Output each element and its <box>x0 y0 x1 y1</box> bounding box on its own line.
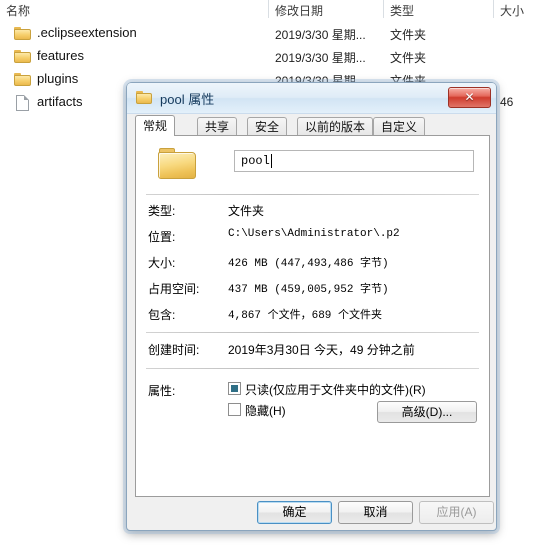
property-value: 4,867 个文件，689 个文件夹 <box>228 310 383 322</box>
tab-sharing[interactable]: 共享 <box>197 117 238 136</box>
property-value: 437 MB (459,005,952 字节) <box>228 284 389 296</box>
property-row-contains: 包含: 4,867 个文件，689 个文件夹 <box>146 306 479 330</box>
folder-icon <box>14 27 31 40</box>
dialog-title-bar[interactable]: pool 属性 ✕ <box>127 83 496 114</box>
table-row[interactable]: .eclipseextension 2019/3/30 星期... 文件夹 <box>0 22 546 45</box>
tab-customize[interactable]: 自定义 <box>373 117 426 136</box>
tab-strip: 常规 共享 安全 以前的版本 自定义 <box>135 115 490 136</box>
general-tab-panel: pool 类型: 文件夹 位置: C:\Users\Administrator\… <box>135 135 490 497</box>
header-divider <box>383 0 384 18</box>
folder-icon <box>14 50 31 63</box>
table-row[interactable]: features 2019/3/30 星期... 文件夹 <box>0 45 546 68</box>
property-label: 占用空间: <box>148 282 200 296</box>
property-label: 位置: <box>148 230 176 244</box>
tab-general[interactable]: 常规 <box>135 115 176 136</box>
column-header-name[interactable]: 名称 <box>6 2 30 19</box>
property-label: 大小: <box>148 256 176 270</box>
tab-previous-versions[interactable]: 以前的版本 <box>297 117 374 136</box>
dialog-title: pool 属性 <box>160 92 215 107</box>
folder-icon <box>158 148 198 180</box>
property-value: C:\Users\Administrator\.p2 <box>228 228 400 240</box>
hidden-checkbox[interactable] <box>228 403 241 416</box>
ok-button[interactable]: 确定 <box>257 501 332 524</box>
folder-name-value: pool <box>241 154 270 168</box>
property-row-size-on-disk: 占用空间: 437 MB (459,005,952 字节) <box>146 280 479 304</box>
divider <box>146 332 479 333</box>
divider <box>146 194 479 195</box>
property-value: 426 MB (447,493,486 字节) <box>228 258 389 270</box>
folder-name-row: pool <box>146 146 479 190</box>
readonly-label: 只读(仅应用于文件夹中的文件)(R) <box>245 383 426 397</box>
dialog-button-row: 确定 取消 应用(A) <box>135 501 494 525</box>
file-size: 46 <box>500 95 514 109</box>
file-name: plugins <box>37 71 79 86</box>
header-divider <box>268 0 269 18</box>
close-icon: ✕ <box>464 90 475 104</box>
text-caret <box>271 154 272 168</box>
column-header-type[interactable]: 类型 <box>390 2 414 19</box>
property-label: 包含: <box>148 308 176 322</box>
property-label: 类型: <box>148 204 176 218</box>
apply-button: 应用(A) <box>419 501 494 524</box>
column-header-date[interactable]: 修改日期 <box>275 2 323 19</box>
tab-security[interactable]: 安全 <box>247 117 288 136</box>
readonly-checkbox[interactable] <box>228 382 241 395</box>
folder-icon <box>14 73 31 86</box>
close-button[interactable]: ✕ <box>448 87 491 108</box>
file-date: 2019/3/30 星期... <box>275 51 366 65</box>
file-name: artifacts <box>37 94 83 109</box>
file-type: 文件夹 <box>390 51 427 65</box>
created-label: 创建时间: <box>148 343 200 357</box>
file-name: .eclipseextension <box>37 25 137 40</box>
file-icon <box>16 95 29 111</box>
file-name: features <box>37 48 84 63</box>
attributes-label: 属性: <box>148 384 176 398</box>
folder-icon <box>136 91 152 104</box>
properties-dialog: pool 属性 ✕ 常规 共享 安全 以前的版本 自定义 pool 类型: 文件… <box>126 82 497 531</box>
hidden-label: 隐藏(H) <box>245 404 286 418</box>
property-row-type: 类型: 文件夹 <box>146 202 479 226</box>
folder-name-input[interactable]: pool <box>234 150 474 172</box>
created-value: 2019年3月30日 今天，49 分钟之前 <box>228 343 415 357</box>
divider <box>146 368 479 369</box>
advanced-button[interactable]: 高级(D)... <box>377 401 477 423</box>
header-divider <box>493 0 494 18</box>
file-type: 文件夹 <box>390 28 427 42</box>
property-row-location: 位置: C:\Users\Administrator\.p2 <box>146 228 479 252</box>
property-value: 文件夹 <box>228 204 265 218</box>
file-date: 2019/3/30 星期... <box>275 28 366 42</box>
property-row-created: 创建时间: 2019年3月30日 今天，49 分钟之前 <box>146 341 479 365</box>
cancel-button[interactable]: 取消 <box>338 501 413 524</box>
property-row-size: 大小: 426 MB (447,493,486 字节) <box>146 254 479 278</box>
column-header-size[interactable]: 大小 <box>500 2 524 19</box>
